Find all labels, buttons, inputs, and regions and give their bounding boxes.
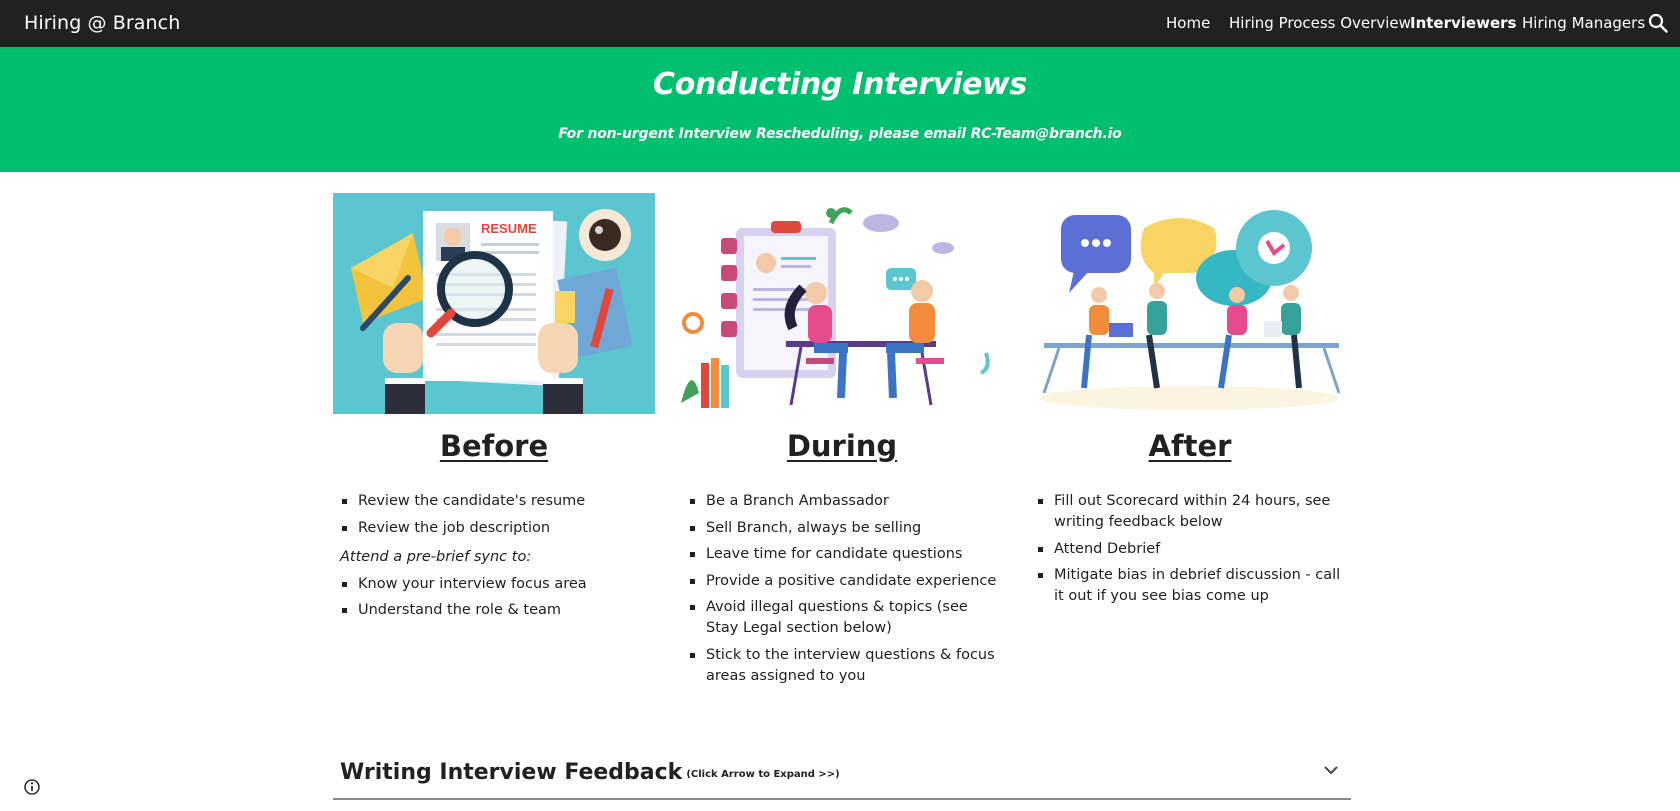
section-title: Writing Interview Feedback (Click Arrow t… xyxy=(340,760,840,785)
nav-item-hiring-managers[interactable]: Hiring Managers xyxy=(1522,14,1645,32)
hero-banner: Conducting Interviews For non-urgent Int… xyxy=(0,47,1680,172)
writing-feedback-section[interactable]: Writing Interview Feedback (Click Arrow t… xyxy=(333,752,1351,800)
list-item: Avoid illegal questions & topics (see St… xyxy=(681,597,1003,639)
svg-text:RESUME: RESUME xyxy=(481,221,537,236)
list-item: Leave time for candidate questions xyxy=(681,544,1003,565)
nav-item-hiring-process-overview[interactable]: Hiring Process Overview xyxy=(1229,14,1411,32)
hero-subtitle: For non-urgent Interview Rescheduling, p… xyxy=(558,126,1122,142)
list-item: Stick to the interview questions & focus… xyxy=(681,645,1003,687)
column-heading-during: During xyxy=(786,429,898,463)
column-heading-before: Before xyxy=(439,429,549,463)
chevron-down-icon[interactable] xyxy=(1322,761,1340,779)
list-item: Attend Debrief xyxy=(1029,539,1351,560)
team-debrief-illustration xyxy=(1029,193,1351,414)
top-nav-bar: Hiring @ Branch Home Hiring Process Over… xyxy=(0,0,1680,47)
resume-review-illustration: RESUME xyxy=(333,193,655,414)
list-item: Mitigate bias in debrief discussion - ca… xyxy=(1029,565,1351,607)
before-note: Attend a pre-brief sync to: xyxy=(340,548,532,565)
after-list: Fill out Scorecard within 24 hours, see … xyxy=(1029,491,1351,613)
list-item: Sell Branch, always be selling xyxy=(681,518,1003,539)
list-item: Provide a positive candidate experience xyxy=(681,571,1003,592)
during-list: Be a Branch Ambassador Sell Branch, alwa… xyxy=(681,491,1003,692)
before-list: Review the candidate's resume Review the… xyxy=(333,491,655,627)
column-heading-after: After xyxy=(1148,429,1232,463)
list-item: Review the candidate's resume xyxy=(333,491,655,512)
section-hint: (Click Arrow to Expand >>) xyxy=(686,769,840,780)
page-title: Conducting Interviews xyxy=(653,67,1027,102)
list-item: Be a Branch Ambassador xyxy=(681,491,1003,512)
list-item: Fill out Scorecard within 24 hours, see … xyxy=(1029,491,1351,533)
list-item: Understand the role & team xyxy=(333,600,655,621)
search-icon[interactable] xyxy=(1648,13,1668,33)
interview-conversation-illustration xyxy=(681,193,1003,414)
info-icon[interactable] xyxy=(23,778,41,796)
site-title[interactable]: Hiring @ Branch xyxy=(24,12,180,34)
nav-item-interviewers[interactable]: Interviewers xyxy=(1410,14,1516,32)
list-item: Know your interview focus area xyxy=(333,574,655,595)
list-item: Review the job description xyxy=(333,518,655,539)
section-title-text: Writing Interview Feedback xyxy=(340,760,683,785)
nav-item-home[interactable]: Home xyxy=(1166,14,1210,32)
